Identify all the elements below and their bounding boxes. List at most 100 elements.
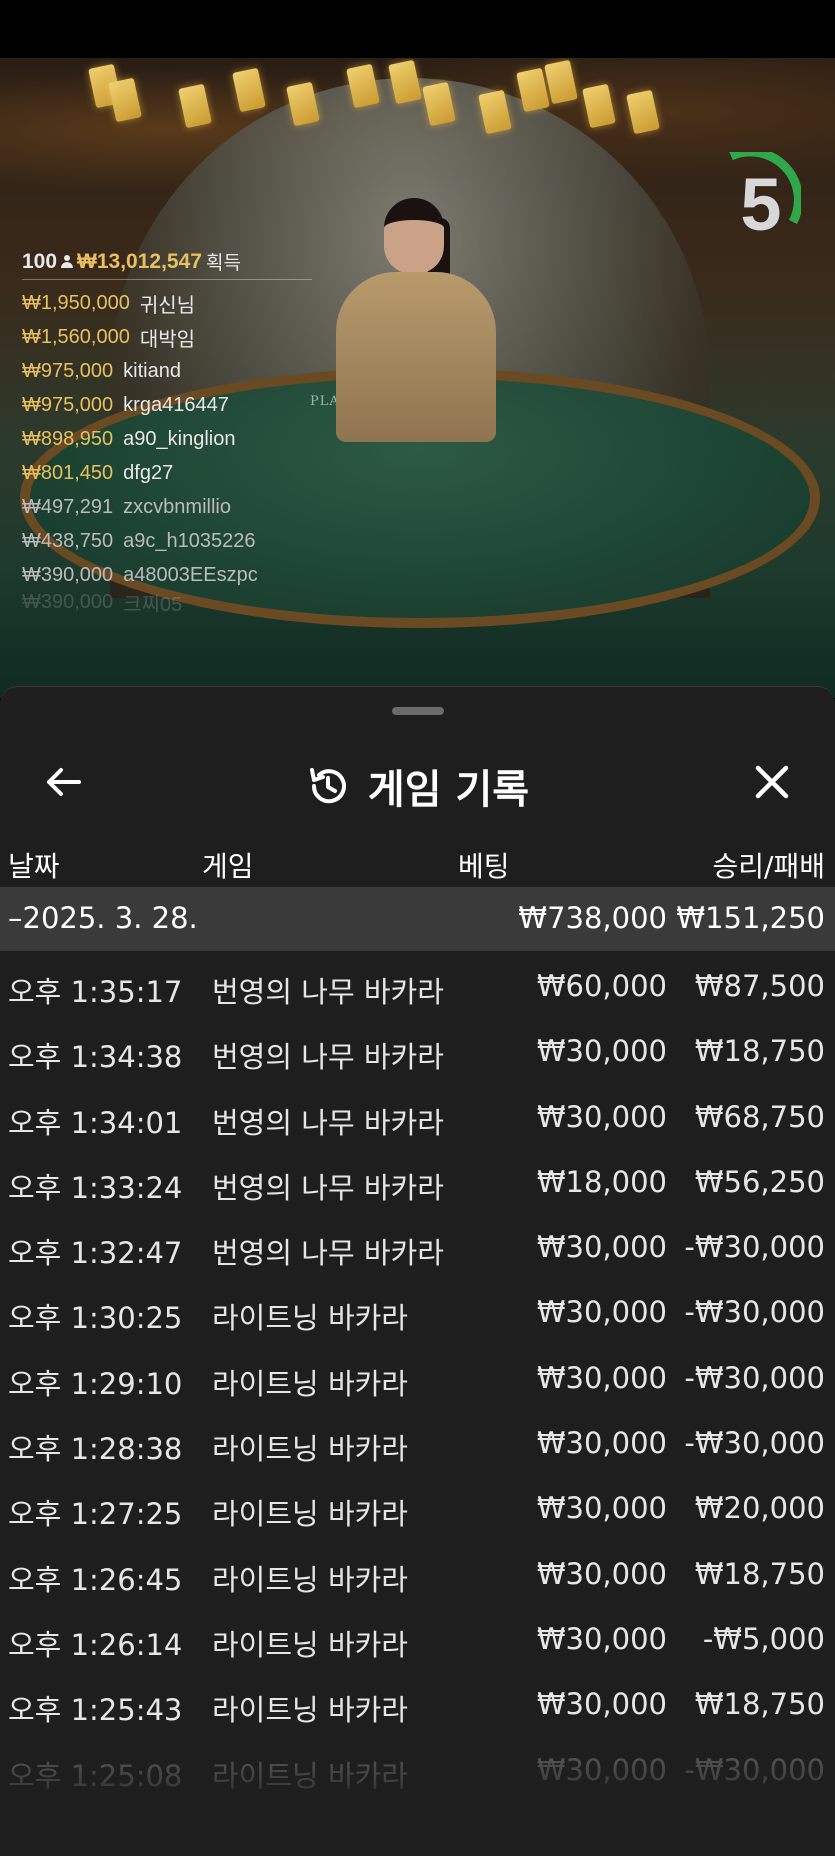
leaderboard-row: ₩801,450 dfg27 [22,456,322,490]
leaderboard-row: ₩975,000 kitiand [22,354,322,388]
row-result: ₩20,000 [694,1491,825,1526]
row-time: 오후 1:35:17 [8,975,183,1009]
drag-handle[interactable] [392,707,444,715]
row-bet: ₩30,000 [536,1099,667,1134]
page-title: 게임 기록 [367,767,530,813]
column-headers: 날짜 게임 베팅 승리/패배 [0,825,835,895]
row-time: 오후 1:26:14 [8,1627,183,1662]
list-fade [0,1736,835,1856]
row-result: -₩30,000 [684,1426,825,1461]
col-game: 게임 [202,850,254,883]
winner-name: dfg27 [123,461,174,484]
history-row[interactable]: 오후 1:33:24 번영의 나무 바카라 ₩18,000 ₩56,250 [0,1151,835,1216]
winner-name: a48003EEszpc [123,563,258,586]
leaderboard-row: ₩898,950 a90_kinglion [22,422,322,456]
summary-date: –2025. 3. 28. [8,901,198,935]
row-bet: ₩30,000 [536,1230,667,1265]
winner-amount: ₩975,000 [22,393,114,416]
leaderboard-row: ₩1,950,000 귀신님 [22,286,322,320]
col-result: 승리/패배 [712,850,825,883]
person-icon [61,254,74,269]
history-row[interactable]: 오후 1:32:47 번영의 나무 바카라 ₩30,000 -₩30,000 [0,1216,835,1281]
winner-name: 대박임 [139,328,196,351]
history-row[interactable]: 오후 1:34:01 번영의 나무 바카라 ₩30,000 ₩68,750 [0,1086,835,1151]
winner-name: a9c_h1035226 [123,529,256,552]
total-winnings: ₩13,012,547 [77,249,202,273]
close-button[interactable] [747,757,797,807]
history-row[interactable]: 오후 1:25:43 라이트닝 바카라 ₩30,000 ₩18,750 [0,1673,835,1738]
winner-amount: ₩898,950 [22,427,114,450]
history-list: 오후 1:35:17 번영의 나무 바카라 ₩60,000 ₩87,500 오후 1:3… [0,955,835,1804]
status-bar [0,0,835,58]
row-game: 라이트닝 바카라 [212,1562,408,1597]
leaderboard-row: ₩497,291 zxcvbnmillio [22,490,322,524]
winner-amount: ₩497,291 [22,495,114,518]
history-row[interactable]: 오후 1:27:25 라이트닝 바카라 ₩30,000 ₩20,000 [0,1477,835,1542]
history-row[interactable]: 오후 1:30:25 라이트닝 바카라 ₩30,000 -₩30,000 [0,1281,835,1346]
row-bet: ₩30,000 [536,1687,667,1722]
gain-label: 획득 [205,253,241,274]
dealer-body [336,272,496,442]
row-result: ₩18,750 [694,1556,825,1591]
winner-name: 크찌05 [123,593,183,613]
row-time: 오후 1:25:43 [8,1693,183,1728]
row-game: 번영의 나무 바카라 [212,1105,444,1140]
row-bet: ₩60,000 [536,969,667,1003]
leaderboard-row: ₩390,000 크찌05 [22,592,322,612]
row-game: 번영의 나무 바카라 [212,1040,444,1075]
row-time: 오후 1:29:10 [8,1366,183,1401]
live-video: PLAYER BANKER 5 100 ₩13,012,547 획득 ₩1,95… [0,58,835,698]
date-summary-row[interactable]: –2025. 3. 28. ₩738,000 ₩151,250 [0,887,835,951]
leaderboard-row: ₩1,560,000 대박임 [22,320,322,354]
row-time: 오후 1:30:25 [8,1301,183,1336]
col-bet: 베팅 [458,850,510,883]
summary-result: ₩151,250 [676,901,825,935]
row-result: -₩30,000 [684,1360,825,1395]
row-bet: ₩18,000 [536,1164,667,1199]
row-bet: ₩30,000 [536,1621,667,1656]
winners-leaderboard: 100 ₩13,012,547 획득 ₩1,950,000 귀신님 ₩1,560,0… [22,250,322,612]
row-bet: ₩30,000 [536,1360,667,1395]
history-row[interactable]: 오후 1:26:14 라이트닝 바카라 ₩30,000 -₩5,000 [0,1608,835,1673]
row-time: 오후 1:32:47 [8,1236,183,1271]
row-time: 오후 1:34:01 [8,1105,183,1140]
winner-name: 귀신님 [139,294,196,317]
leaderboard-row: ₩390,000 a48003EEszpc [22,558,322,592]
row-result: ₩18,750 [694,1034,825,1069]
history-row[interactable]: 오후 1:34:38 번영의 나무 바카라 ₩30,000 ₩18,750 [0,1020,835,1085]
row-time: 오후 1:34:38 [8,1040,183,1075]
winner-amount: ₩390,000 [22,592,114,612]
winner-amount: ₩1,950,000 [22,291,130,314]
row-time: 오후 1:33:24 [8,1170,183,1205]
row-bet: ₩30,000 [536,1491,667,1526]
summary-bet: ₩738,000 [518,901,667,935]
row-result: ₩68,750 [694,1099,825,1134]
row-game: 번영의 나무 바카라 [212,975,444,1009]
history-row[interactable]: 오후 1:29:10 라이트닝 바카라 ₩30,000 -₩30,000 [0,1347,835,1412]
title-group: 게임 기록 [0,757,835,815]
history-row[interactable]: 오후 1:26:45 라이트닝 바카라 ₩30,000 ₩18,750 [0,1543,835,1608]
row-game: 라이트닝 바카라 [212,1432,408,1467]
row-bet: ₩30,000 [536,1556,667,1591]
history-icon [309,768,346,804]
dealer-head [384,198,444,274]
leaderboard-row: ₩975,000 krga416447 [22,388,322,422]
row-time: 오후 1:28:38 [8,1432,183,1467]
row-result: ₩87,500 [694,969,825,1003]
row-game: 번영의 나무 바카라 [212,1170,444,1205]
row-time: 오후 1:27:25 [8,1497,183,1532]
close-icon [755,765,789,799]
history-row[interactable]: 오후 1:35:17 번영의 나무 바카라 ₩60,000 ₩87,500 [0,955,835,1020]
history-row[interactable]: 오후 1:28:38 라이트닝 바카라 ₩30,000 -₩30,000 [0,1412,835,1477]
countdown-timer: 5 [721,152,801,262]
dealer [336,198,496,442]
row-game: 라이트닝 바카라 [212,1627,408,1662]
col-date: 날짜 [8,850,60,883]
leaderboard-header: 100 ₩13,012,547 획득 [22,250,312,280]
winner-amount: ₩438,750 [22,529,114,552]
row-game: 번영의 나무 바카라 [212,1236,444,1271]
winner-amount: ₩975,000 [22,359,114,382]
winner-name: zxcvbnmillio [123,495,231,518]
row-result: ₩18,750 [694,1687,825,1722]
leaderboard-row: ₩438,750 a9c_h1035226 [22,524,322,558]
